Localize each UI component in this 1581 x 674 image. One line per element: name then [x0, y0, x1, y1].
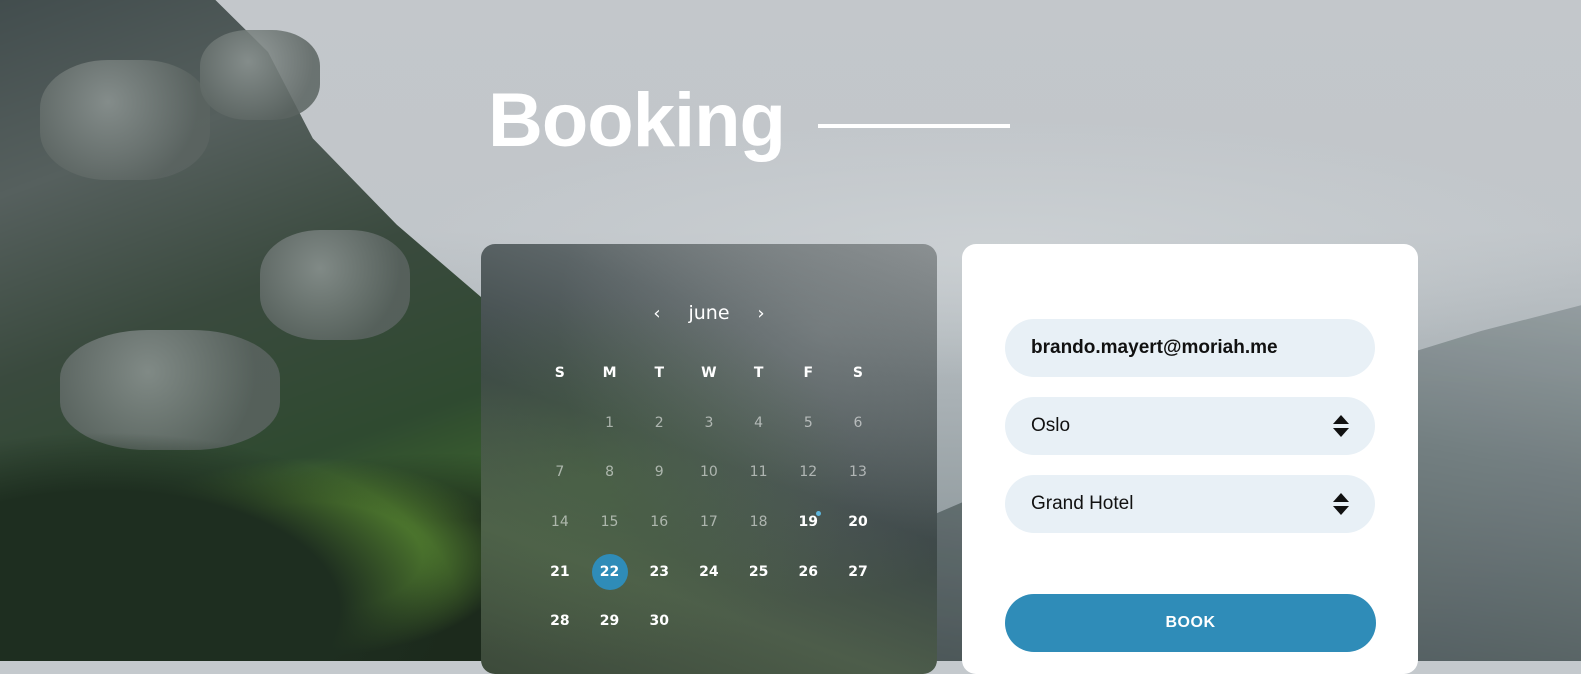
empty-cell — [535, 398, 585, 448]
calendar-grid: S M T W T F S 1 2 3 4 5 6 7 8 9 10 11 12 13 14 15 16 17 18 19 20 21… — [535, 348, 883, 646]
book-button[interactable]: BOOK — [1005, 594, 1376, 652]
day-cell[interactable]: 11 — [734, 447, 784, 497]
calendar-header: ‹ june › — [481, 298, 937, 328]
rock-4 — [260, 230, 410, 340]
day-cell-selected[interactable]: 22 — [585, 547, 635, 597]
day-cell[interactable]: 16 — [634, 497, 684, 547]
select-arrows-icon — [1333, 415, 1349, 437]
rock-2 — [200, 30, 320, 120]
email-value: brando.mayert@moriah.me — [1031, 337, 1278, 358]
day-cell[interactable]: 14 — [535, 497, 585, 547]
day-cell[interactable]: 17 — [684, 497, 734, 547]
select-arrows-icon — [1333, 493, 1349, 515]
day-cell[interactable]: 4 — [734, 398, 784, 448]
day-cell[interactable]: 7 — [535, 447, 585, 497]
day-cell[interactable]: 18 — [734, 497, 784, 547]
day-cell[interactable]: 15 — [585, 497, 635, 547]
weekday-header: F — [803, 364, 814, 381]
month-label: june — [688, 302, 730, 324]
weekday-header: T — [753, 364, 764, 381]
city-select[interactable]: Oslo — [1005, 397, 1375, 455]
weekday-header: W — [701, 364, 717, 381]
day-cell[interactable]: 10 — [684, 447, 734, 497]
day-cell[interactable]: 28 — [535, 596, 585, 646]
hotel-select[interactable]: Grand Hotel — [1005, 475, 1375, 533]
day-cell[interactable]: 30 — [634, 596, 684, 646]
day-cell[interactable]: 13 — [833, 447, 883, 497]
day-cell[interactable]: 23 — [634, 547, 684, 597]
day-cell[interactable]: 24 — [684, 547, 734, 597]
prev-month-button[interactable]: ‹ — [637, 303, 677, 324]
trees — [0, 401, 520, 661]
weekday-header: T — [654, 364, 664, 381]
day-cell[interactable]: 29 — [585, 596, 635, 646]
title-underline — [818, 124, 1010, 128]
day-cell[interactable]: 6 — [833, 398, 883, 448]
day-cell[interactable]: 1 — [585, 398, 635, 448]
selected-day-label: 22 — [591, 553, 628, 590]
next-month-button[interactable]: › — [741, 303, 781, 324]
email-field[interactable]: brando.mayert@moriah.me — [1005, 319, 1375, 377]
day-cell[interactable]: 20 — [833, 497, 883, 547]
day-cell[interactable]: 8 — [585, 447, 635, 497]
calendar-panel: ‹ june › S M T W T F S 1 2 3 4 5 6 7 8 9 10 11 12 13 14 15 16 1… — [481, 244, 937, 674]
hotel-value: Grand Hotel — [1031, 493, 1134, 514]
day-cell[interactable]: 5 — [783, 398, 833, 448]
day-cell[interactable]: 19 — [783, 497, 833, 547]
day-cell[interactable]: 26 — [783, 547, 833, 597]
day-cell[interactable]: 9 — [634, 447, 684, 497]
day-cell[interactable]: 21 — [535, 547, 585, 597]
day-cell[interactable]: 25 — [734, 547, 784, 597]
rock-1 — [40, 60, 210, 180]
day-cell[interactable]: 3 — [684, 398, 734, 448]
weekday-header: S — [852, 364, 864, 381]
city-value: Oslo — [1031, 415, 1071, 436]
booking-form: brando.mayert@moriah.me Oslo Grand Hotel… — [962, 244, 1418, 674]
day-cell[interactable]: 2 — [634, 398, 684, 448]
day-cell[interactable]: 12 — [783, 447, 833, 497]
weekday-header: M — [602, 364, 617, 381]
day-cell[interactable]: 27 — [833, 547, 883, 597]
page-title: Booking — [488, 78, 786, 163]
weekday-header: S — [554, 364, 565, 381]
